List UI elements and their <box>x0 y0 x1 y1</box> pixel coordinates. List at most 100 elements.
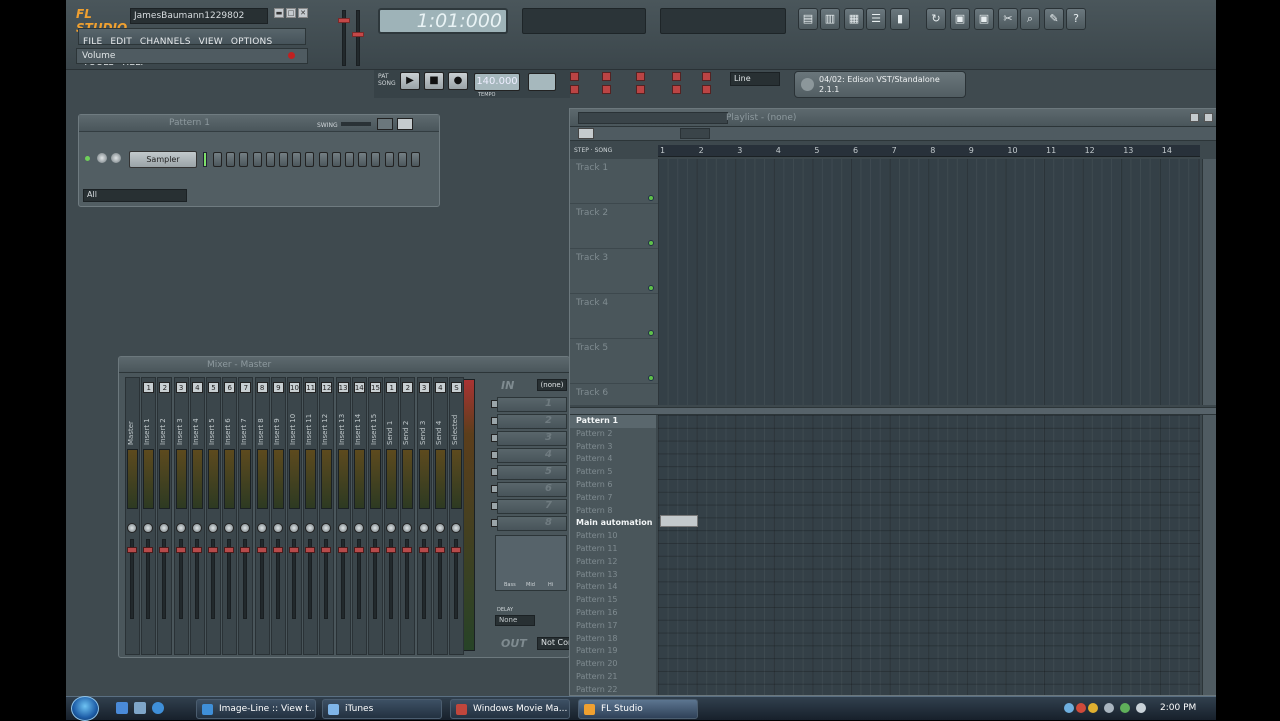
pattern-selector[interactable] <box>528 73 556 91</box>
strip-fader-handle[interactable] <box>224 547 235 553</box>
pattern-scrollbar[interactable] <box>1202 415 1216 695</box>
strip-pan-knob[interactable] <box>208 523 218 533</box>
strip-fader-handle[interactable] <box>175 547 186 553</box>
pattern-row[interactable]: Pattern 18 <box>570 633 656 646</box>
strip-pan-knob[interactable] <box>434 523 445 533</box>
record-option-icon[interactable] <box>570 85 579 94</box>
pattern-row[interactable]: Pattern 2 <box>570 428 656 441</box>
channel-button-sampler[interactable]: Sampler <box>129 151 197 168</box>
strip-pan-knob[interactable] <box>451 523 461 533</box>
minimize-button[interactable]: ▬ <box>274 8 284 18</box>
pattern-row[interactable]: Pattern 20 <box>570 658 656 671</box>
strip-pan-knob[interactable] <box>370 523 380 533</box>
tempo-display[interactable]: 140.000 <box>474 73 520 91</box>
pattern-row[interactable]: Pattern 17 <box>570 620 656 633</box>
fx-slot[interactable]: 4 <box>497 448 567 463</box>
step-button[interactable] <box>318 152 328 167</box>
keyboard-editor-icon[interactable] <box>397 118 413 130</box>
strip-fader-handle[interactable] <box>272 547 283 553</box>
pattern-row[interactable]: Pattern 11 <box>570 543 656 556</box>
playlist-maximize-button[interactable] <box>1190 113 1199 122</box>
delay-select[interactable]: None <box>495 615 535 626</box>
track-mute-led[interactable] <box>648 375 654 381</box>
master-volume-handle[interactable] <box>338 18 350 23</box>
master-pitch-handle[interactable] <box>352 32 364 37</box>
track-mute-led[interactable] <box>648 285 654 291</box>
step-button[interactable] <box>345 152 354 167</box>
volume-knob[interactable] <box>111 153 121 163</box>
strip-pan-knob[interactable] <box>256 523 267 533</box>
strip-fader-handle[interactable] <box>143 547 154 553</box>
playlist-icon[interactable]: ▤ <box>798 8 818 30</box>
pattern-row[interactable]: Pattern 13 <box>570 569 656 582</box>
strip-pan-knob[interactable] <box>272 523 283 533</box>
help-icon[interactable]: ? <box>1066 8 1086 30</box>
record-option-icon[interactable] <box>636 72 645 81</box>
channel-led[interactable] <box>85 156 90 161</box>
strip-fader-handle[interactable] <box>451 547 461 553</box>
tray-icon[interactable] <box>1104 703 1114 713</box>
strip-fader-handle[interactable] <box>159 547 170 553</box>
fx-slot[interactable]: 2 <box>497 414 567 429</box>
record-button[interactable]: ● <box>448 72 468 90</box>
fx-slot[interactable]: 8 <box>497 516 567 531</box>
taskbar-task[interactable]: Image-Line :: View t... <box>196 699 316 719</box>
input-select[interactable]: (none) <box>537 379 567 391</box>
pattern-row[interactable]: Pattern 16 <box>570 607 656 620</box>
track-header[interactable]: Track 1 <box>570 159 658 204</box>
step-button[interactable] <box>411 152 420 167</box>
pattern-row[interactable]: Pattern 6 <box>570 479 656 492</box>
step-button[interactable] <box>384 152 394 167</box>
pattern-row[interactable]: Pattern 19 <box>570 645 656 658</box>
tray-icon[interactable] <box>1076 703 1086 713</box>
step-button[interactable] <box>331 152 341 167</box>
pattern-row[interactable]: Pattern 12 <box>570 556 656 569</box>
strip-fader-handle[interactable] <box>208 547 218 553</box>
pattern-row[interactable]: Pattern 10 <box>570 530 656 543</box>
network-icon[interactable] <box>1120 703 1130 713</box>
swing-slider[interactable] <box>341 122 371 126</box>
pattern-row[interactable]: Pattern 1 <box>570 415 656 428</box>
step-button[interactable] <box>252 152 262 167</box>
graph-editor-icon[interactable] <box>377 118 393 130</box>
strip-fader-handle[interactable] <box>402 547 413 553</box>
track-header[interactable]: Track 3 <box>570 249 658 294</box>
strip-fader-handle[interactable] <box>191 547 202 553</box>
strip-fader-handle[interactable] <box>240 547 251 553</box>
switch-windows-icon[interactable] <box>134 702 146 714</box>
time-display[interactable]: 1:01:000 <box>378 8 508 34</box>
track-header[interactable]: Track 2 <box>570 204 658 249</box>
pattern-row[interactable]: Pattern 22 <box>570 684 656 695</box>
playlist-header[interactable]: Playlist - (none) <box>570 109 1216 127</box>
channel-select-led[interactable] <box>203 152 207 167</box>
render-icon[interactable]: ▣ <box>974 8 994 30</box>
fx-slot[interactable]: 3 <box>497 431 567 446</box>
fx-slot[interactable]: 6 <box>497 482 567 497</box>
step-button[interactable] <box>279 152 288 167</box>
pattern-row[interactable]: Pattern 15 <box>570 594 656 607</box>
pattern-row[interactable]: Pattern 7 <box>570 492 656 505</box>
step-button[interactable] <box>358 152 368 167</box>
pattern-row[interactable]: Pattern 3 <box>570 441 656 454</box>
hint-close-icon[interactable] <box>288 52 295 59</box>
track-mute-led[interactable] <box>648 195 654 201</box>
pattern-grid[interactable] <box>658 415 1200 695</box>
pattern-row[interactable]: Pattern 8 <box>570 505 656 518</box>
search-icon[interactable]: ⌕ <box>1020 8 1040 30</box>
fx-slot[interactable]: 1 <box>497 397 567 412</box>
step-button[interactable] <box>292 152 302 167</box>
channel-filter-select[interactable]: All <box>83 189 187 202</box>
playlist-menu-icon[interactable] <box>578 128 594 139</box>
step-song-toggle[interactable]: STEP · SONG <box>574 147 612 154</box>
track-header[interactable]: Track 4 <box>570 294 658 339</box>
record-option-icon[interactable] <box>570 72 579 81</box>
song-mode-label[interactable]: SONG <box>378 80 396 87</box>
record-option-icon[interactable] <box>602 72 611 81</box>
play-button[interactable]: ▶ <box>400 72 420 90</box>
close-button[interactable]: ✕ <box>298 8 308 18</box>
step-button[interactable] <box>397 152 407 167</box>
step-button[interactable] <box>305 152 315 167</box>
strip-fader-handle[interactable] <box>386 547 397 553</box>
track-mute-led[interactable] <box>648 330 654 336</box>
tray-icon[interactable] <box>1064 703 1074 713</box>
